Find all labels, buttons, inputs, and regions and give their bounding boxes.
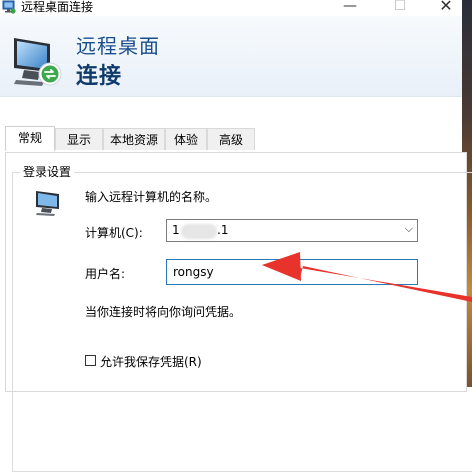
save-credentials-checkbox[interactable] xyxy=(85,355,96,366)
login-settings-label: 登录设置 xyxy=(20,163,75,180)
title-bar: 远程桌面连接 — ☐ ✕ xyxy=(0,0,462,16)
username-input[interactable] xyxy=(166,259,418,285)
tab-advanced[interactable]: 高级 xyxy=(207,128,255,150)
minimize-button[interactable]: — xyxy=(328,0,372,16)
header-banner: 远程桌面 连接 xyxy=(0,16,462,97)
save-credentials-label: 允许我保存凭据(R) xyxy=(100,355,202,369)
computer-label: 计算机(C): xyxy=(85,226,143,240)
username-label: 用户名: xyxy=(85,267,126,281)
remote-desktop-app-icon xyxy=(2,0,16,14)
tab-display[interactable]: 显示 xyxy=(55,128,103,150)
banner-subtitle: 连接 xyxy=(76,64,123,89)
remote-desktop-monitor-icon xyxy=(14,38,62,86)
redacted-region xyxy=(181,224,217,239)
computer-value-prefix: 1 xyxy=(172,223,180,237)
computer-value-suffix: .1 xyxy=(217,223,229,237)
prompt-text: 输入远程计算机的名称。 xyxy=(85,190,218,204)
tab-experience[interactable]: 体验 xyxy=(165,128,207,150)
login-settings-group xyxy=(12,172,472,472)
computer-combobox[interactable]: 1 .1 ⌵ xyxy=(166,219,418,242)
tab-general[interactable]: 常规 xyxy=(5,126,55,151)
tab-local-resources[interactable]: 本地资源 xyxy=(103,128,165,150)
chevron-down-icon[interactable]: ⌵ xyxy=(405,222,413,236)
computer-icon xyxy=(36,191,59,216)
window-title: 远程桌面连接 xyxy=(21,0,94,14)
credentials-note: 当你连接时将向你询问凭据。 xyxy=(85,305,242,319)
maximize-button[interactable]: ☐ xyxy=(378,0,422,16)
banner-title: 远程桌面 xyxy=(76,34,160,58)
